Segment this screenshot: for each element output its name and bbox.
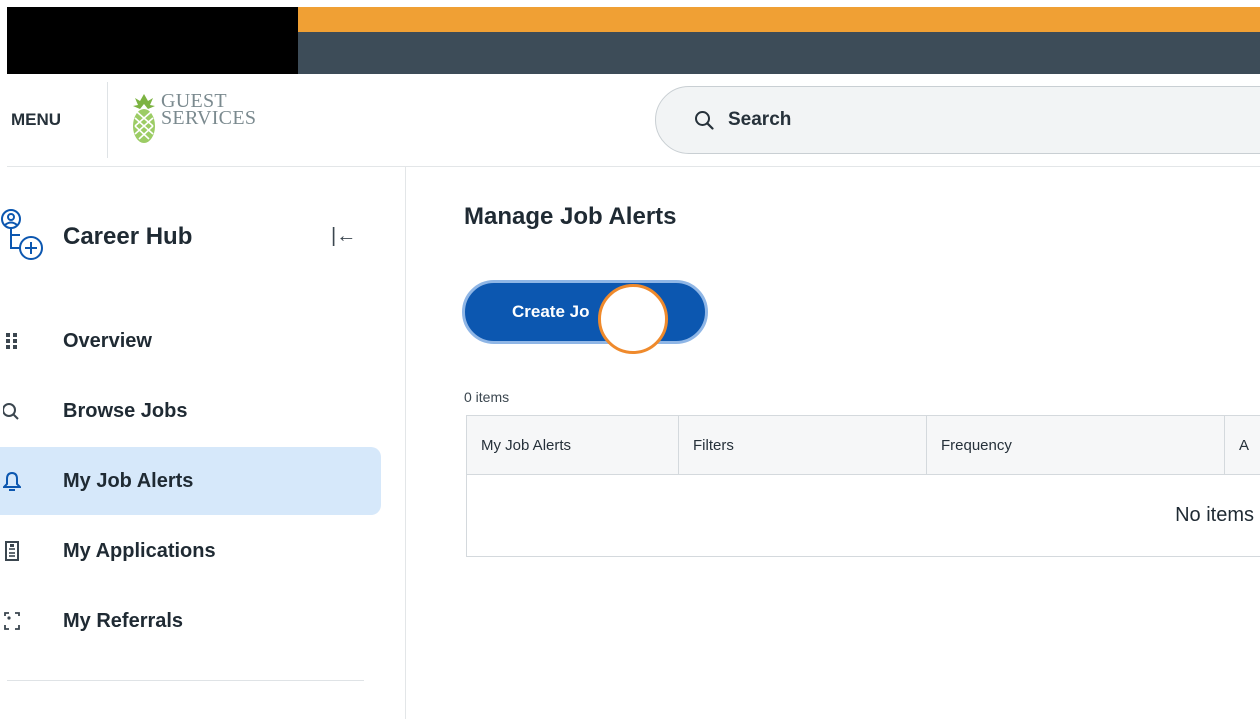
sidebar-title: Career Hub (63, 223, 193, 250)
top-accent-bar (296, 7, 1260, 34)
column-header-filters[interactable]: Filters (679, 416, 927, 474)
table-header: My Job Alerts Filters Frequency A (467, 416, 1260, 475)
sidebar-item-browse-jobs[interactable]: Browse Jobs (0, 377, 381, 445)
create-button-label: Create Jo (512, 302, 590, 321)
click-indicator (598, 284, 668, 354)
pineapple-logo-icon (133, 94, 155, 143)
item-count: 0 items (464, 389, 510, 405)
sidebar-item-label: My Applications (63, 539, 216, 562)
app-header: MENU GUEST SERVICES Search (7, 74, 1260, 167)
column-header-truncated[interactable]: A (1225, 416, 1260, 474)
header-divider (107, 82, 108, 158)
career-hub-icon (1, 209, 43, 260)
search-bar[interactable]: Search (655, 86, 1260, 154)
sidebar-item-label: Overview (63, 329, 152, 352)
sidebar-item-overview[interactable]: Overview (0, 307, 381, 375)
sidebar-item-my-applications[interactable]: My Applications (0, 517, 381, 585)
sidebar: Career Hub |← Overview Browse Jobs My Jo… (0, 167, 406, 719)
column-header-my-job-alerts[interactable]: My Job Alerts (467, 416, 679, 474)
collapse-sidebar-icon[interactable]: |← (331, 225, 356, 248)
logo-text-line2: SERVICES (161, 107, 257, 129)
search-icon (2, 401, 22, 421)
search-placeholder: Search (728, 109, 792, 130)
document-icon (2, 541, 22, 561)
sidebar-item-label: Browse Jobs (63, 399, 188, 422)
redacted-area (7, 7, 298, 74)
sidebar-item-my-job-alerts[interactable]: My Job Alerts (0, 447, 381, 515)
grid-icon (2, 331, 22, 351)
company-logo[interactable]: GUEST SERVICES (131, 91, 291, 152)
menu-button[interactable]: MENU (7, 74, 105, 166)
search-icon (695, 111, 714, 130)
empty-state-text: No items (1175, 504, 1254, 526)
sidebar-item-label: My Job Alerts (63, 469, 194, 492)
page-title: Manage Job Alerts (464, 203, 677, 230)
referral-icon (2, 611, 22, 631)
bell-icon (2, 471, 22, 491)
job-alerts-table: My Job Alerts Filters Frequency A No ite… (466, 415, 1260, 557)
sidebar-divider (7, 680, 364, 681)
top-dark-bar (296, 32, 1260, 74)
create-job-alert-button[interactable]: Create Jo (462, 280, 708, 344)
sidebar-item-my-referrals[interactable]: My Referrals (0, 587, 381, 655)
sidebar-item-label: My Referrals (63, 609, 184, 632)
column-header-frequency[interactable]: Frequency (927, 416, 1225, 474)
